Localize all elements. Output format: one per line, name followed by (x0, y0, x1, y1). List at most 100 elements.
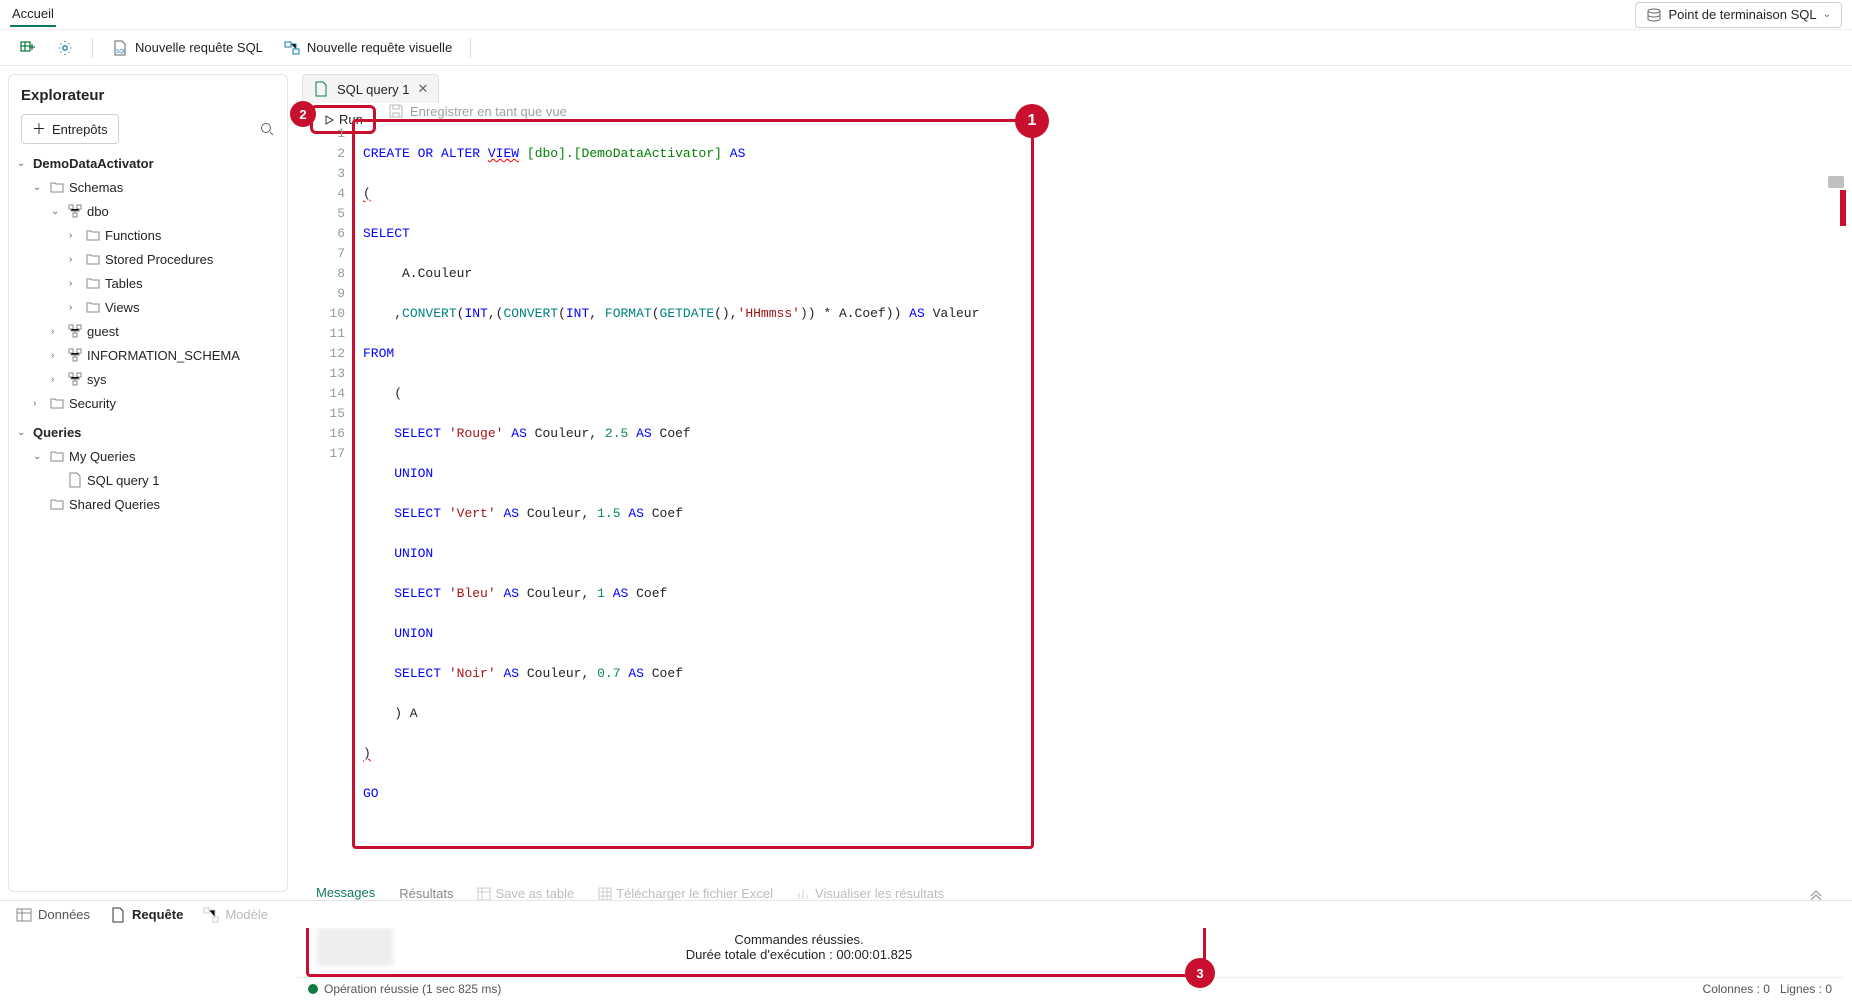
tree-sys[interactable]: › sys (15, 367, 281, 391)
sql-code[interactable]: CREATE OR ALTER VIEW [dbo].[DemoDataActi… (355, 122, 1031, 846)
visual-query-icon (283, 39, 301, 57)
db-label: DemoDataActivator (33, 156, 154, 171)
tree-security[interactable]: ›Security (15, 391, 281, 415)
table-add-icon (18, 39, 36, 57)
tables-label: Tables (105, 276, 143, 291)
footer-data-label: Données (38, 907, 90, 922)
schema-icon (67, 347, 83, 363)
msg-line-2: Durée totale d'exécution : 00:00:01.825 (403, 947, 1195, 962)
chevron-right-icon: › (69, 278, 81, 289)
tree-dbo[interactable]: ⌄ dbo (15, 199, 281, 223)
tree-queries[interactable]: ⌄ Queries (15, 421, 281, 444)
chevron-down-icon: ⌄ (17, 158, 29, 169)
chevron-right-icon: › (51, 350, 63, 361)
chevron-down-icon: ⌄ (33, 451, 45, 462)
tab-label: SQL query 1 (337, 82, 410, 97)
explorer-panel: Explorateur ＋ Entrepôts ⌄ DemoDataActivat… (8, 74, 288, 892)
tree-functions[interactable]: › Functions (15, 223, 281, 247)
operation-status: Opération réussie (1 sec 825 ms) (324, 982, 501, 996)
tree-sharedqueries[interactable]: Shared Queries (15, 492, 281, 516)
code-editor[interactable]: 1 1234567891011121314151617 CREATE OR AL… (352, 119, 1034, 849)
chevron-right-icon: › (69, 254, 81, 265)
scrollbar[interactable] (1828, 176, 1844, 188)
schema-icon (67, 203, 83, 219)
rows-count: Lignes : 0 (1780, 982, 1832, 996)
new-sql-label: Nouvelle requête SQL (135, 40, 263, 55)
chevron-right-icon: › (51, 374, 63, 385)
tree-myqueries[interactable]: ⌄ My Queries (15, 444, 281, 468)
endpoint-label: Point de terminaison SQL (1668, 7, 1816, 22)
annotation-badge-3: 3 (1185, 958, 1215, 988)
schema-icon (67, 323, 83, 339)
guest-label: guest (87, 324, 119, 339)
chevron-right-icon: › (69, 230, 81, 241)
infoschema-label: INFORMATION_SCHEMA (87, 348, 240, 363)
queries-label: Queries (33, 425, 81, 440)
gear-icon (56, 39, 74, 57)
tree-guest[interactable]: › guest (15, 319, 281, 343)
chevron-down-icon: ⌄ (1823, 9, 1831, 20)
chevron-down-icon: ⌄ (17, 427, 29, 438)
query-tab[interactable]: SQL query 1 ✕ (302, 74, 439, 103)
folder-icon (49, 448, 65, 464)
sql-file-icon: SQL (111, 39, 129, 57)
tree-views[interactable]: › Views (15, 295, 281, 319)
folder-icon (49, 179, 65, 195)
sql-file-icon (110, 907, 126, 923)
table-icon (16, 907, 32, 923)
tree-sprocs[interactable]: › Stored Procedures (15, 247, 281, 271)
folder-icon (49, 395, 65, 411)
separator (92, 38, 93, 58)
tree-infoschema[interactable]: › INFORMATION_SCHEMA (15, 343, 281, 367)
save-icon (388, 103, 404, 119)
new-visual-query-button[interactable]: Nouvelle requête visuelle (277, 35, 458, 61)
footer-model-label: Modèle (225, 907, 268, 922)
footer-tab-query[interactable]: Requête (110, 907, 183, 923)
functions-label: Functions (105, 228, 161, 243)
explorer-title: Explorateur (9, 83, 287, 114)
folder-icon (85, 299, 101, 315)
sql-file-icon (313, 81, 329, 97)
chevron-right-icon: › (69, 302, 81, 313)
tree-schemas[interactable]: ⌄ Schemas (15, 175, 281, 199)
success-indicator-icon (308, 984, 318, 994)
tree-sqlquery1[interactable]: SQL query 1 (15, 468, 281, 492)
close-tab-icon[interactable]: ✕ (418, 81, 429, 97)
sys-label: sys (87, 372, 107, 387)
chevron-down-icon: ⌄ (33, 182, 45, 193)
search-icon[interactable] (259, 121, 275, 137)
settings-button[interactable] (50, 35, 80, 61)
folder-icon (85, 251, 101, 267)
myqueries-label: My Queries (69, 449, 135, 464)
model-icon (203, 907, 219, 923)
warehouses-label: Entrepôts (52, 122, 108, 137)
svg-text:SQL: SQL (116, 49, 126, 55)
save-view-label: Enregistrer en tant que vue (410, 104, 567, 119)
chevron-right-icon: › (51, 326, 63, 337)
chevron-down-icon: ⌄ (51, 206, 63, 217)
folder-icon (85, 275, 101, 291)
warehouses-button[interactable]: ＋ Entrepôts (21, 114, 119, 144)
scrollbar-error-marker (1840, 190, 1846, 226)
home-tab[interactable]: Accueil (10, 2, 56, 27)
sqlquery1-label: SQL query 1 (87, 473, 160, 488)
separator (470, 38, 471, 58)
schemas-label: Schemas (69, 180, 123, 195)
chevron-right-icon: › (33, 398, 45, 409)
tree-db[interactable]: ⌄ DemoDataActivator (15, 152, 281, 175)
add-data-button[interactable] (12, 35, 42, 61)
footer-tab-model[interactable]: Modèle (203, 907, 268, 923)
save-as-view-button[interactable]: Enregistrer en tant que vue (388, 103, 567, 119)
sql-endpoint-dropdown[interactable]: Point de terminaison SQL ⌄ (1635, 2, 1842, 28)
database-icon (1646, 7, 1662, 23)
sprocs-label: Stored Procedures (105, 252, 213, 267)
schema-icon (67, 371, 83, 387)
tree-tables[interactable]: › Tables (15, 271, 281, 295)
footer-tab-data[interactable]: Données (16, 907, 90, 923)
new-visual-label: Nouvelle requête visuelle (307, 40, 452, 55)
dbo-label: dbo (87, 204, 109, 219)
new-sql-query-button[interactable]: SQL Nouvelle requête SQL (105, 35, 269, 61)
annotation-badge-1: 1 (1015, 104, 1049, 138)
views-label: Views (105, 300, 139, 315)
line-numbers: 1234567891011121314151617 (299, 122, 355, 846)
